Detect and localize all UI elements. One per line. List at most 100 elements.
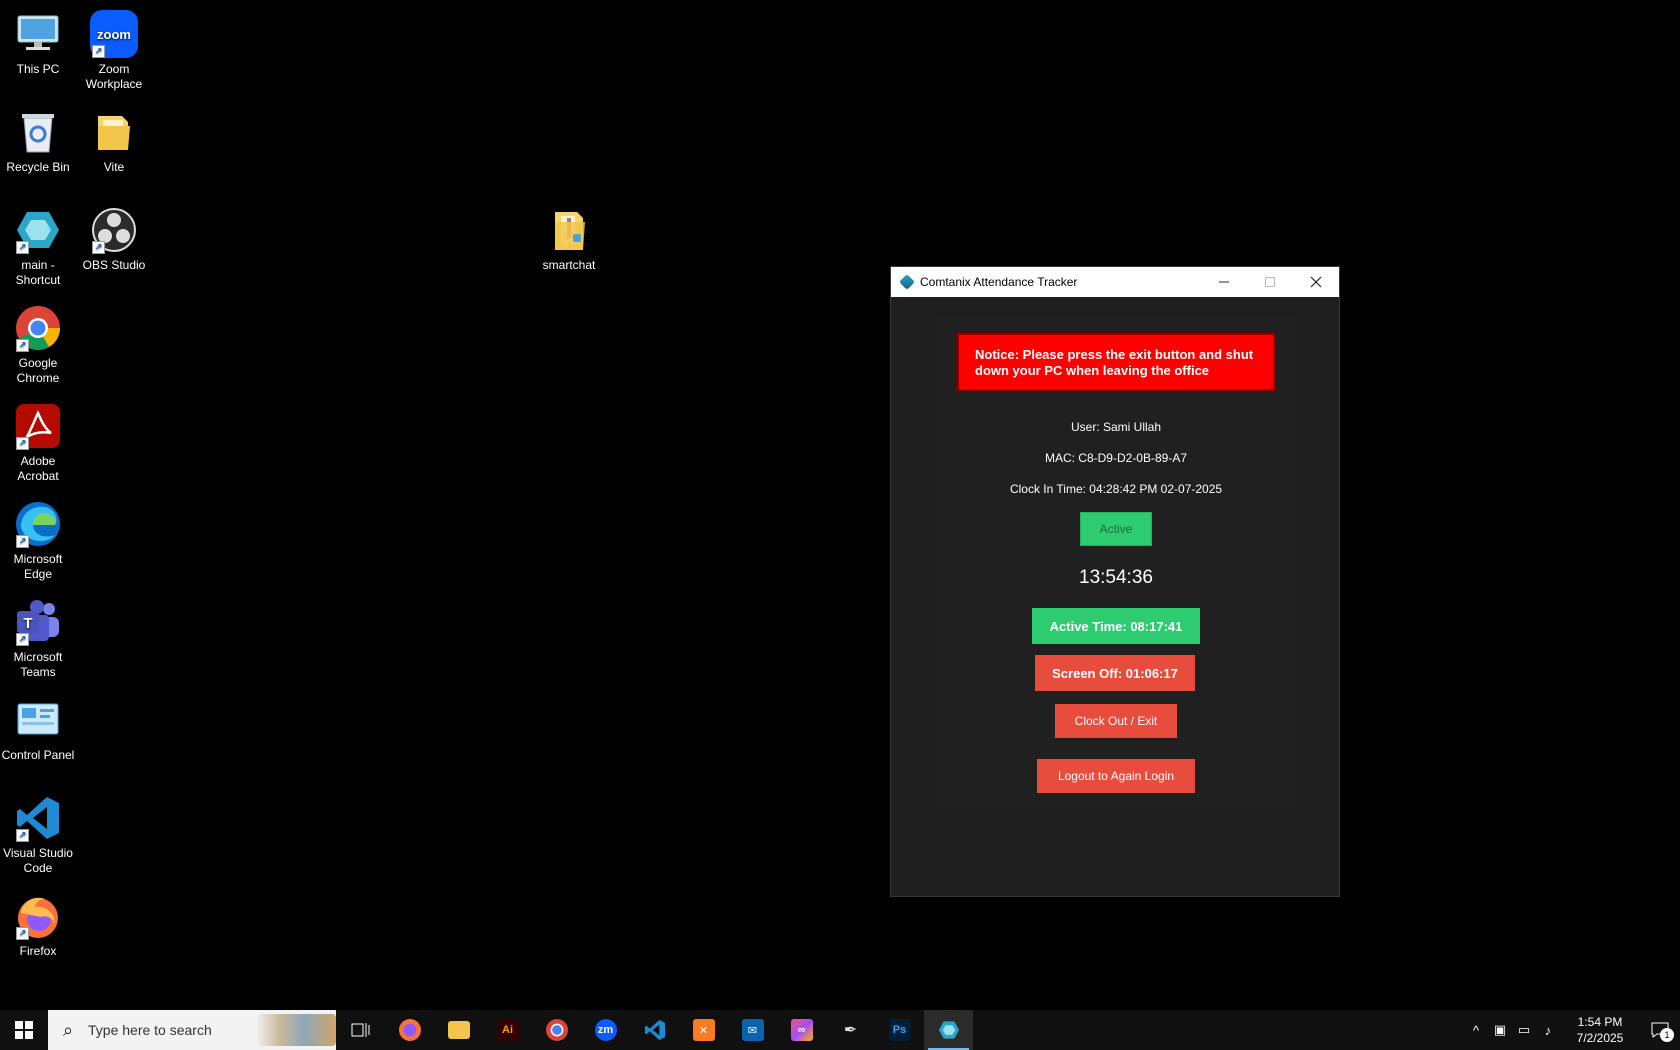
tracker-panel: Notice: Please press the exit button and… [936, 317, 1296, 807]
photoshop-icon: Ps [888, 1019, 911, 1041]
window-title: Comtanix Attendance Tracker [920, 275, 1078, 289]
folder-icon [90, 108, 138, 156]
security-icon[interactable]: ▣ [1488, 1022, 1512, 1038]
attendance-tracker-window[interactable]: Comtanix Attendance Tracker Notice: Plea… [890, 266, 1340, 897]
taskbar-firefox[interactable] [385, 1010, 434, 1050]
notice-banner: Notice: Please press the exit button and… [957, 333, 1275, 391]
edge-icon: ↗ [14, 500, 62, 548]
notification-center-button[interactable]: 1 [1640, 1010, 1680, 1050]
taskbar: ⌕ Type here to search Ai zm ✕ ✉ ∞ ✒ Ps ^… [0, 1010, 1680, 1050]
desktop-icon-main-shortcut[interactable]: ↗ main - Shortcut [0, 200, 76, 288]
user-name-text: User: Sami Ullah [1070, 420, 1162, 434]
shortcut-arrow-icon: ↗ [16, 437, 29, 450]
taskbar-zoom[interactable]: zm [581, 1010, 630, 1050]
shortcut-arrow-icon: ↗ [16, 633, 29, 646]
taskbar-illustrator[interactable]: Ai [483, 1010, 532, 1050]
taskbar-clock[interactable]: 1:54 PM 7/2/2025 [1560, 1014, 1640, 1046]
taskbar-xampp[interactable]: ✕ [679, 1010, 728, 1050]
desktop-icon-label: Microsoft Teams [13, 650, 63, 679]
network-icon[interactable]: ▭ [1512, 1022, 1536, 1038]
taskbar-photoshop[interactable]: Ps [875, 1010, 924, 1050]
svg-text:T: T [23, 615, 32, 632]
desktop-icon-label: smartchat [542, 258, 596, 272]
close-button[interactable] [1293, 267, 1339, 297]
clock-out-exit-button[interactable]: Clock Out / Exit [1055, 704, 1177, 738]
desktop-icon-adobe-acrobat[interactable]: ↗ Adobe Acrobat [0, 396, 76, 484]
chevron-up-icon[interactable]: ^ [1464, 1023, 1488, 1038]
zoom-icon: zm [594, 1019, 617, 1041]
desktop-icon-control-panel[interactable]: Control Panel [0, 690, 76, 763]
close-icon [1310, 276, 1322, 288]
taskbar-vscode[interactable] [630, 1010, 679, 1050]
minimize-button[interactable] [1201, 267, 1247, 297]
tracker-app-icon: ↗ [14, 206, 62, 254]
vscode-icon [644, 1019, 665, 1041]
desktop-icon-label: Visual Studio Code [3, 846, 73, 875]
windows-logo-icon [15, 1021, 33, 1039]
maximize-icon [1265, 277, 1275, 287]
pen-icon: ✒ [843, 1022, 858, 1039]
desktop-icon-obs-studio[interactable]: ↗ OBS Studio [76, 200, 152, 273]
active-time-counter: Active Time: 08:17:41 [1032, 608, 1200, 644]
desktop-icon-vscode[interactable]: ↗ Visual Studio Code [0, 788, 76, 876]
desktop-icon-microsoft-teams[interactable]: T ↗ Microsoft Teams [0, 592, 76, 680]
maximize-button[interactable] [1247, 267, 1293, 297]
taskbar-search-box[interactable]: ⌕ Type here to search [48, 1010, 336, 1050]
screen-off-counter: Screen Off: 01:06:17 [1035, 655, 1195, 691]
shortcut-arrow-icon: ↗ [92, 241, 105, 254]
firefox-icon: ↗ [14, 892, 62, 940]
desktop-icon-this-pc[interactable]: This PC [0, 4, 76, 77]
obs-icon: ↗ [90, 206, 138, 254]
shortcut-arrow-icon: ↗ [92, 45, 105, 58]
taskbar-date: 7/2/2025 [1576, 1031, 1624, 1045]
desktop-icon-microsoft-edge[interactable]: ↗ Microsoft Edge [0, 494, 76, 582]
logout-button[interactable]: Logout to Again Login [1037, 759, 1195, 793]
chrome-icon: ↗ [14, 304, 62, 352]
taskbar-pen-tool[interactable]: ✒ [826, 1010, 875, 1050]
notification-count-badge: 1 [1660, 1028, 1674, 1042]
illustrator-icon: Ai [496, 1019, 519, 1041]
taskbar-creative-cloud[interactable]: ∞ [777, 1010, 826, 1050]
tracker-app-icon [899, 274, 915, 290]
status-badge: Active [1080, 512, 1152, 546]
current-time-display: 13:54:36 [1079, 567, 1153, 588]
desktop-icon-label: Microsoft Edge [13, 552, 63, 581]
chrome-icon [545, 1019, 568, 1041]
window-titlebar[interactable]: Comtanix Attendance Tracker [891, 267, 1339, 297]
creative-cloud-icon: ∞ [790, 1019, 813, 1041]
firefox-icon [398, 1019, 421, 1041]
mac-address-text: MAC: C8-D9-D2-0B-89-A7 [1044, 451, 1188, 465]
search-placeholder: Type here to search [88, 1022, 212, 1038]
tracker-app-icon [938, 1021, 959, 1039]
taskbar-outlook[interactable]: ✉ [728, 1010, 777, 1050]
search-highlight-image [256, 1014, 336, 1046]
desktop-icon-zoom[interactable]: zoom ↗ Zoom Workplace [76, 4, 152, 92]
clock-in-time-text: Clock In Time: 04:28:42 PM 02-07-2025 [1009, 482, 1223, 496]
desktop-icon-smartchat-folder[interactable]: smartchat [531, 200, 607, 273]
shortcut-arrow-icon: ↗ [16, 339, 29, 352]
desktop-icon-label: Firefox [19, 944, 57, 958]
desktop-icon-label: OBS Studio [82, 258, 146, 272]
outlook-icon: ✉ [741, 1019, 764, 1041]
minimize-icon [1219, 281, 1229, 283]
shortcut-arrow-icon: ↗ [16, 927, 29, 940]
task-view-button[interactable] [336, 1010, 385, 1050]
taskbar-attendance-tracker[interactable] [924, 1010, 973, 1050]
monitor-icon [14, 10, 62, 58]
desktop-icon-label: Recycle Bin [6, 160, 70, 174]
desktop-icon-recycle-bin[interactable]: Recycle Bin [0, 102, 76, 175]
taskbar-file-explorer[interactable] [434, 1010, 483, 1050]
taskbar-time: 1:54 PM [1577, 1015, 1623, 1029]
shortcut-arrow-icon: ↗ [16, 241, 29, 254]
desktop-icon-google-chrome[interactable]: ↗ Google Chrome [0, 298, 76, 386]
taskbar-chrome[interactable] [532, 1010, 581, 1050]
desktop-icon-label: main - Shortcut [15, 258, 61, 287]
shortcut-arrow-icon: ↗ [16, 535, 29, 548]
desktop-icon-vite-folder[interactable]: Vite [76, 102, 152, 175]
start-button[interactable] [0, 1010, 48, 1050]
volume-icon[interactable]: ♪ [1536, 1023, 1560, 1038]
shortcut-arrow-icon: ↗ [16, 829, 29, 842]
desktop-icon-firefox[interactable]: ↗ Firefox [0, 886, 76, 959]
folder-icon [447, 1021, 470, 1039]
system-tray: ^ ▣ ▭ ♪ 1:54 PM 7/2/2025 1 [1464, 1010, 1680, 1050]
